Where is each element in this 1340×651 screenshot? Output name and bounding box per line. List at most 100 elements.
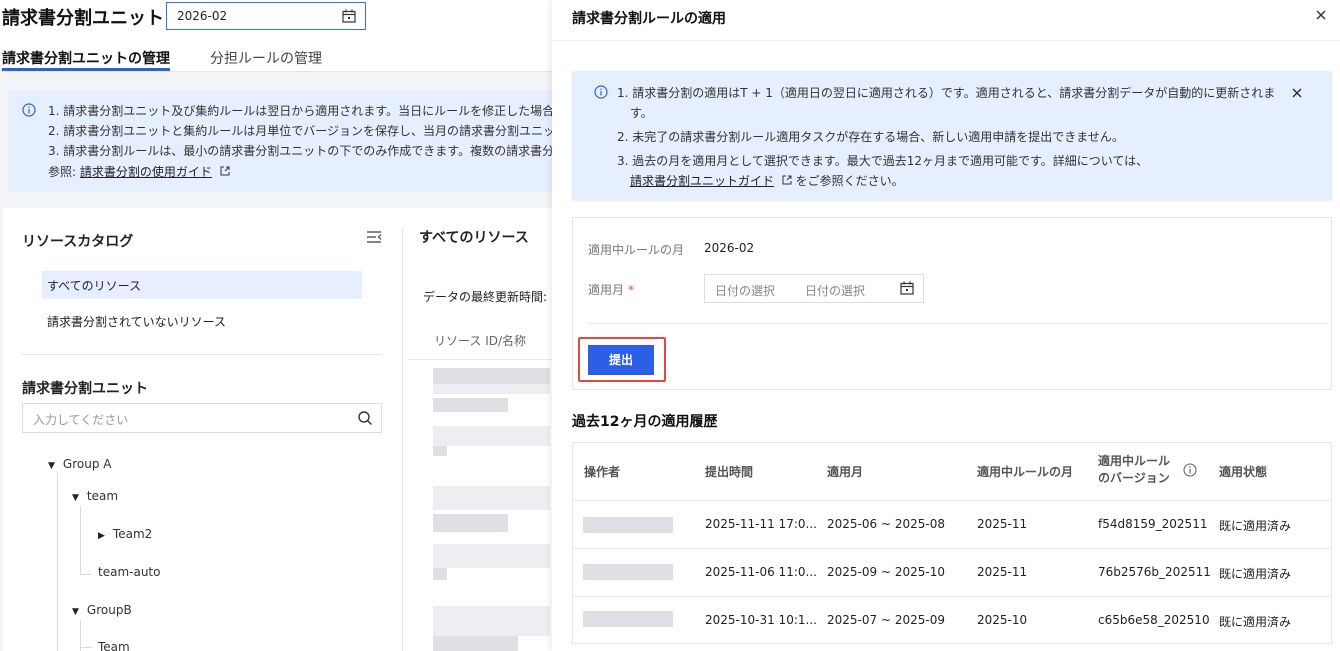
- row-divider: [573, 548, 1331, 549]
- redacted-text: [433, 486, 550, 510]
- col-status: 適用状態: [1219, 465, 1268, 479]
- cell-rule-month: 2025-11: [977, 517, 1028, 531]
- month-picker-value: 2026-02: [177, 9, 228, 23]
- caret-down-icon: ▼: [48, 461, 55, 471]
- current-rule-month-value: 2026-02: [704, 241, 755, 255]
- redacted-text: [433, 368, 550, 384]
- current-rule-month-label: 適用中ルールの月: [588, 243, 685, 257]
- drawer-notice-line-2: 2. 未完了の請求書分割ルール適用タスクが存在する場合、新しい適用申請を提出でき…: [617, 130, 1124, 144]
- info-notice: 1. 請求書分割ユニット及び集約ルールは翌日から適用されます。当日にルールを修正…: [8, 90, 560, 192]
- start-date-placeholder[interactable]: 日付の選択: [715, 282, 775, 299]
- drawer-notice-line-1: 1. 請求書分割の適用はT + 1（適用日の翌日に適用される）です。適用されると…: [617, 86, 1276, 100]
- col-submit-time: 提出時間: [705, 465, 754, 479]
- info-icon: [594, 85, 608, 99]
- notice-line-2: 2. 請求書分割ユニットと集約ルールは月単位でバージョンを保存し、当月の請求書分…: [48, 124, 556, 138]
- row-divider: [573, 500, 1331, 501]
- cell-rule-version: f54d8159_202511: [1098, 517, 1208, 531]
- cell-status: 既に適用済み: [1219, 567, 1292, 581]
- cell-status: 既に適用済み: [1219, 615, 1292, 629]
- tree-node[interactable]: ▼ Group A: [48, 457, 111, 471]
- catalog-item-unsplit-resources[interactable]: 請求書分割されていないリソース: [42, 307, 362, 335]
- catalog-title: リソースカタログ: [22, 234, 134, 250]
- cell-apply-month: 2025-07 ~ 2025-09: [827, 613, 945, 627]
- tree-guide-line: [80, 647, 92, 648]
- external-link-icon: [782, 175, 792, 185]
- redacted-text: [433, 568, 447, 580]
- apply-rules-drawer: 請求書分割ルールの適用 1. 請求書分割の適用はT + 1（適用日の翌日に適用さ…: [552, 0, 1340, 651]
- notice-line-1: 1. 請求書分割ユニット及び集約ルールは翌日から適用されます。当日にルールを修正…: [48, 104, 555, 118]
- required-mark: *: [628, 283, 635, 297]
- search-icon[interactable]: [357, 410, 373, 426]
- usage-guide-link[interactable]: 請求書分割の使用ガイド: [80, 165, 212, 179]
- tree-node-label: team: [86, 489, 119, 503]
- external-link-icon: [220, 166, 230, 176]
- tabs: 請求書分割ユニットの管理 分担ルールの管理: [0, 36, 560, 72]
- history-title: 過去12ヶ月の適用履歴: [572, 414, 718, 430]
- tree-node-label: Group A: [62, 457, 112, 471]
- notice-ref-prefix: 参照:: [48, 165, 77, 179]
- redacted-operator: [583, 564, 673, 580]
- redacted-text: [433, 384, 550, 394]
- month-picker[interactable]: 2026-02: [166, 2, 366, 30]
- tree-node[interactable]: Team: [98, 640, 130, 651]
- cell-submit-time: 2025-10-31 10:1...: [705, 613, 817, 627]
- redacted-text: [433, 636, 518, 651]
- resources-title: すべてのリソース: [419, 230, 529, 246]
- tree-node[interactable]: ▼ team: [72, 489, 118, 503]
- end-date-placeholder[interactable]: 日付の選択: [805, 282, 865, 299]
- tree-node[interactable]: ▼ GroupB: [72, 603, 132, 617]
- col-apply-month: 適用月: [827, 465, 864, 479]
- close-icon[interactable]: [1312, 6, 1330, 24]
- tab-allocation-rules[interactable]: 分担ルールの管理: [210, 48, 322, 68]
- background-page: 請求書分割ユニット 2026-02 請求書分割ユニットの管理 分担ルールの管理 …: [0, 0, 560, 651]
- apply-month-label: 適用月 *: [588, 281, 634, 298]
- calendar-icon: [342, 9, 356, 23]
- cell-rule-month: 2025-10: [977, 613, 1028, 627]
- caret-down-icon: ▼: [72, 493, 79, 503]
- cell-status: 既に適用済み: [1219, 519, 1292, 533]
- divider: [22, 354, 382, 355]
- tree-node-label: team-auto: [98, 565, 161, 579]
- top-bar: 請求書分割ユニット 2026-02: [0, 0, 560, 36]
- tree-node-label: Team: [98, 640, 130, 651]
- col-rule-month: 適用中ルールの月: [977, 465, 1074, 479]
- row-divider: [573, 596, 1331, 597]
- drawer-notice-guide: 請求書分割ユニットガイド をご参照ください。: [630, 172, 904, 189]
- redacted-text: [433, 514, 508, 532]
- info-icon[interactable]: [1183, 463, 1197, 477]
- tree-node-label: Team2: [112, 527, 153, 541]
- cell-submit-time: 2025-11-06 11:0...: [705, 565, 817, 579]
- close-notice-icon[interactable]: [1290, 86, 1304, 100]
- active-tab-indicator: [2, 68, 170, 71]
- apply-month-range-picker[interactable]: 日付の選択 日付の選択: [704, 274, 924, 303]
- drawer-info-notice: 1. 請求書分割の適用はT + 1（適用日の翌日に適用される）です。適用されると…: [572, 71, 1332, 201]
- submit-button[interactable]: 提出: [588, 345, 654, 375]
- col-rule-version: 適用中ルール のバージョン: [1098, 454, 1171, 485]
- history-table: 操作者 提出時間 適用月 適用中ルールの月 適用中ルール のバージョン 適用状態…: [572, 442, 1332, 644]
- tree-node[interactable]: team-auto: [98, 565, 160, 579]
- tree-node[interactable]: ▶ Team2: [98, 527, 152, 541]
- cell-rule-month: 2025-11: [977, 565, 1028, 579]
- last-updated-label: データの最終更新時間:: [423, 290, 548, 304]
- tab-billing-units[interactable]: 請求書分割ユニットの管理: [2, 48, 170, 68]
- cell-rule-version: c65b6e58_202510: [1098, 613, 1210, 627]
- page-title: 請求書分割ユニット: [2, 8, 164, 29]
- drawer-title: 請求書分割ルールの適用: [572, 11, 726, 27]
- resource-id-column: リソース ID/名称: [434, 334, 527, 348]
- redacted-text: [433, 446, 447, 456]
- catalog-item-all-resources[interactable]: すべてのリソース: [42, 271, 362, 299]
- cell-rule-version: 76b2576b_202511: [1098, 565, 1211, 579]
- redacted-operator: [583, 611, 673, 627]
- drawer-notice-suffix: をご参照ください。: [795, 174, 904, 188]
- tree-guide-line: [80, 574, 92, 575]
- cell-apply-month: 2025-06 ~ 2025-08: [827, 517, 945, 531]
- resource-table-header: リソース ID/名称: [408, 318, 560, 360]
- tree-guide-line: [57, 473, 58, 651]
- notice-reference: 参照: 請求書分割の使用ガイド: [48, 163, 230, 180]
- calendar-icon: [900, 281, 914, 295]
- drawer-header-divider: [552, 40, 1340, 41]
- unit-guide-link[interactable]: 請求書分割ユニットガイド: [630, 174, 774, 188]
- collapse-menu-icon[interactable]: [366, 230, 382, 244]
- tree-node-label: GroupB: [86, 603, 132, 617]
- unit-search-input[interactable]: 入力してください: [22, 403, 382, 433]
